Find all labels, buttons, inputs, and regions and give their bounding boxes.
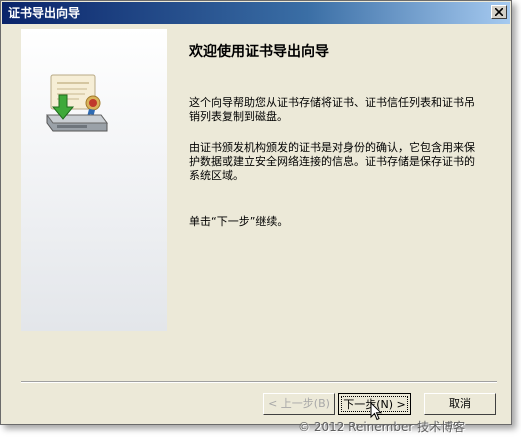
wizard-heading: 欢迎使用证书导出向导 [189,44,329,60]
close-icon [495,8,503,16]
blog-watermark: © 2012 Reinember 技术博客 [298,420,466,434]
button-divider [21,381,497,383]
wizard-description-text: 由证书颁发机构颁发的证书是对身份的确认，它包含用来保护数据或建立安全网络连接的信… [189,141,475,182]
cancel-button[interactable]: 取消 [424,393,496,415]
close-button[interactable] [491,5,507,19]
wizard-side-panel [21,29,167,331]
wizard-continue-hint: 单击“下一步”继续。 [189,215,289,228]
title-bar[interactable]: 证书导出向导 [2,2,510,24]
certificate-export-icon [46,74,108,132]
window-title: 证书导出向导 [8,6,81,20]
back-button[interactable]: < 上一步(B) [263,393,335,415]
certificate-export-wizard-window: 证书导出向导 欢迎使用证书导出向导 这个向导帮助您从证书存储将证书、证书信任列表… [0,0,512,425]
wizard-intro-text: 这个向导帮助您从证书存储将证书、证书信任列表和证书吊销列表复制到磁盘。 [189,96,475,123]
